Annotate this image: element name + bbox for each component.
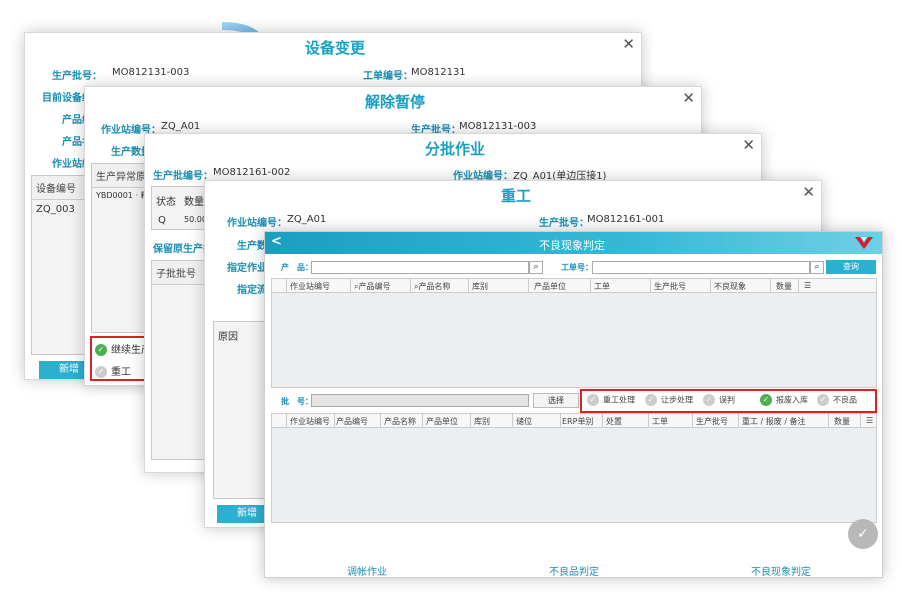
col-header[interactable]: 产品名称 bbox=[384, 416, 416, 427]
check-icon: ✓ bbox=[645, 394, 657, 406]
highlight-box bbox=[90, 336, 146, 381]
close-icon[interactable]: ✕ bbox=[802, 183, 815, 201]
col-header[interactable]: 库别 bbox=[474, 416, 490, 427]
batch-input[interactable] bbox=[311, 394, 529, 407]
reason-label: 原因 bbox=[218, 332, 238, 343]
col-qty: 数量 bbox=[184, 197, 204, 208]
footer-link-defective[interactable]: 不良品判定 bbox=[549, 563, 599, 577]
col-header[interactable]: ERP单别 bbox=[562, 416, 593, 427]
search-icon[interactable]: ⌕ bbox=[810, 261, 824, 274]
col-header[interactable]: 库别 bbox=[472, 281, 488, 292]
col-header[interactable]: 产品编号 bbox=[336, 416, 368, 427]
value-batch: MO812131-003 bbox=[112, 67, 190, 78]
grid-cell[interactable]: ZQ_003 bbox=[36, 204, 75, 215]
grid-header: 生产异常原 bbox=[92, 164, 150, 188]
select-button[interactable]: 选择 bbox=[533, 393, 579, 408]
confirm-button[interactable]: ✓ bbox=[848, 519, 878, 549]
brand-logo-icon bbox=[855, 237, 873, 249]
footer-link-adjust[interactable]: 调帐作业 bbox=[347, 563, 387, 577]
close-icon[interactable]: ✕ bbox=[682, 89, 695, 107]
grid-header: 设备编号 bbox=[32, 176, 90, 200]
option-scrap[interactable]: ✓ 报废入库 bbox=[760, 394, 808, 406]
col-header[interactable]: 产品单位 bbox=[426, 416, 458, 427]
label-station: 作业站编号： bbox=[227, 218, 287, 229]
footer-link-defect-judge[interactable]: 不良现象判定 bbox=[751, 563, 811, 577]
defect-grid: 作业站编号 ⌕产品编号 ⌕产品名称 库别 产品单位 工单 生产批号 不良现象 数… bbox=[271, 278, 877, 388]
label-product: 产 品： bbox=[281, 263, 313, 272]
dialog-title: 解除暂停 bbox=[365, 93, 426, 111]
back-icon[interactable]: < bbox=[271, 234, 282, 249]
close-icon[interactable]: ✕ bbox=[742, 136, 755, 154]
wo-input[interactable] bbox=[592, 261, 810, 274]
option-label: 报废入库 bbox=[776, 395, 808, 405]
label-assign-flow: 指定流 bbox=[237, 285, 267, 296]
label-quantity: 生产数 bbox=[237, 241, 267, 252]
value-batch: MO812161-001 bbox=[587, 214, 665, 225]
col-header[interactable]: 生产批号 bbox=[696, 416, 728, 427]
col-header[interactable]: 重工 / 报废 / 备注 bbox=[742, 416, 806, 427]
label-batch: 批 号： bbox=[281, 397, 313, 406]
search-icon[interactable]: ⌕ bbox=[529, 261, 543, 274]
window-title: 不良现象判定 bbox=[539, 239, 605, 252]
option-defective[interactable]: ✓ 不良品 bbox=[817, 394, 857, 406]
check-icon: ✓ bbox=[703, 394, 715, 406]
label-batch: 生产批号： bbox=[52, 71, 102, 82]
col-header[interactable]: 产品单位 bbox=[534, 281, 566, 292]
grid-cell[interactable]: YBD0001 · 料 bbox=[96, 190, 149, 201]
disposition-grid: 作业站编号 产品编号 产品名称 产品单位 库别 储位 ERP单别 处置 工单 生… bbox=[271, 413, 877, 523]
label-assign-station: 指定作业 bbox=[227, 263, 267, 274]
col-header[interactable]: 工单 bbox=[594, 281, 610, 292]
option-rework[interactable]: ✓ 重工处理 bbox=[587, 394, 635, 406]
column-settings-icon[interactable]: ☰ bbox=[804, 281, 811, 290]
grid-header: 作业站编号 ⌕产品编号 ⌕产品名称 库别 产品单位 工单 生产批号 不良现象 数… bbox=[272, 279, 876, 293]
col-status: 状态 bbox=[156, 197, 176, 208]
product-input[interactable] bbox=[311, 261, 529, 274]
option-misjudge[interactable]: ✓ 误判 bbox=[703, 394, 735, 406]
close-icon[interactable]: ✕ bbox=[622, 35, 635, 53]
query-button[interactable]: 查询 bbox=[826, 260, 876, 274]
col-header[interactable]: 作业站编号 bbox=[290, 416, 330, 427]
label-wo: 工单号： bbox=[561, 263, 593, 272]
col-header[interactable]: ⌕产品名称 bbox=[414, 281, 450, 292]
equipment-grid: 设备编号 ZQ_003 bbox=[31, 175, 91, 355]
col-header[interactable]: 处置 bbox=[606, 416, 622, 427]
value-wo: MO812131 bbox=[411, 67, 466, 78]
col-header[interactable]: 数量 bbox=[776, 281, 792, 292]
option-concession[interactable]: ✓ 让步处理 bbox=[645, 394, 693, 406]
sub-batch-grid: 子批批号 bbox=[151, 260, 211, 460]
col-header[interactable]: ⌕产品编号 bbox=[354, 281, 390, 292]
title-bar: < 不良现象判定 bbox=[265, 232, 882, 254]
dialog-title: 分批作业 bbox=[425, 140, 486, 158]
label-wo: 工单编号： bbox=[363, 71, 413, 82]
col-header[interactable]: 不良现象 bbox=[714, 281, 746, 292]
dialog-title: 设备变更 bbox=[305, 39, 366, 57]
label-batch: 生产批号： bbox=[539, 218, 589, 229]
check-icon: ✓ bbox=[817, 394, 829, 406]
col-header[interactable]: 数量 bbox=[834, 416, 850, 427]
option-label: 重工处理 bbox=[603, 395, 635, 405]
grid-header: 作业站编号 产品编号 产品名称 产品单位 库别 储位 ERP单别 处置 工单 生… bbox=[272, 414, 876, 428]
column-settings-icon[interactable]: ☰ bbox=[866, 416, 873, 425]
split-grid: 状态 数量 Q 50.000 bbox=[151, 186, 212, 230]
col-header[interactable]: 生产批号 bbox=[654, 281, 686, 292]
option-label: 误判 bbox=[719, 395, 735, 405]
value-station: ZQ_A01 bbox=[161, 121, 201, 132]
option-label: 不良品 bbox=[833, 395, 857, 405]
option-label: 让步处理 bbox=[661, 395, 693, 405]
value-batch: MO812131-003 bbox=[459, 121, 537, 132]
dialog-title: 重工 bbox=[501, 187, 532, 205]
col-header[interactable]: 工单 bbox=[652, 416, 668, 427]
value-batch: MO812161-002 bbox=[213, 167, 291, 178]
check-icon: ✓ bbox=[760, 394, 772, 406]
grid-header: 子批批号 bbox=[152, 261, 210, 285]
value-station: ZQ_A01 bbox=[287, 214, 327, 225]
check-icon: ✓ bbox=[587, 394, 599, 406]
cell-status[interactable]: Q bbox=[158, 215, 166, 226]
exception-grid: 生产异常原 YBD0001 · 料 bbox=[91, 163, 151, 333]
col-header[interactable]: 储位 bbox=[516, 416, 532, 427]
col-header[interactable]: 作业站编号 bbox=[290, 281, 330, 292]
